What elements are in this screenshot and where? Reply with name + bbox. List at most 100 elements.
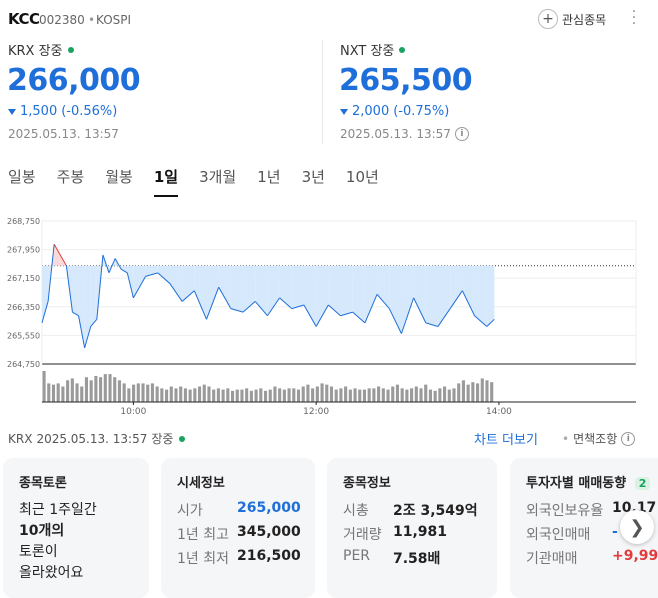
volume-bar [348,389,352,402]
volume-bar [353,388,357,402]
area-segment [230,265,244,313]
area-segment [218,265,231,309]
row-key: 1년 최고 [177,527,229,543]
separator-dot: • [88,13,96,27]
volume-bar [329,386,334,402]
info-icon[interactable]: i [454,127,469,141]
volume-bar [113,377,117,402]
quote-row-open: 시가 265,000 [177,500,301,520]
quote-row-high: 1년 최고 345,000 [177,524,301,544]
source-time: 2025.05.13. 13:57 [36,431,148,446]
info-row-volume: 거래량 11,981 [343,524,447,544]
volume-bar [457,383,461,402]
card-title: 시세정보 [177,476,225,491]
volume-bar [183,388,187,402]
chevron-right-icon: ❯ [629,516,645,538]
volume-bar [136,383,140,402]
area-segment [243,265,256,313]
volume-bar [263,390,268,402]
discussion-line: 최근 1주일간 [19,502,97,518]
area-segment [450,265,463,309]
volume-bar [358,389,362,402]
tab-1year[interactable]: 1년 [257,166,280,197]
volume-bar [395,384,400,402]
volume-bar [80,386,84,402]
area-segment [194,265,207,320]
live-dot-icon [67,46,74,53]
down-arrow-icon [340,108,348,115]
volume-bar [84,377,89,402]
discussion-count: 10개의 [19,523,65,539]
market-name: KOSPI [96,13,132,27]
area-segment [169,265,183,302]
volume-bar [230,390,235,402]
volume-bar [56,383,60,402]
intraday-chart[interactable]: 268,750 267,950 267,150 266,350 265,550 264,7… [0,208,658,420]
volume-bar [202,384,206,402]
volume-bar [381,388,385,402]
x-axis-labels: 10:00 12:00 14:00 [120,402,512,417]
row-value: 265,000 [237,500,301,516]
chart-more-link[interactable]: 차트 더보기 [474,429,538,448]
nxt-status: NXT 장중 [340,40,406,59]
krx-time: 2025.05.13. 13:57 [8,127,119,141]
volume-bar [334,389,338,402]
down-arrow-icon [8,108,16,115]
discussion-summary: 최근 1주일간 10개의 토론이 올라왔어요 [19,500,97,584]
volume-bar [461,380,465,402]
y-tick-label: 266,350 [7,303,40,312]
area-segment [72,265,79,316]
tab-daily[interactable]: 일봉 [8,166,36,197]
source-status: 장중 [151,432,174,446]
nxt-change-value: 2,000 [352,104,390,119]
volume-bar [301,386,305,402]
area-segment [364,265,378,323]
row-value: 7.58배 [393,551,441,567]
row-value: 2조 3,549억 [393,503,478,519]
volume-bar [216,388,220,402]
tab-monthly[interactable]: 월봉 [105,166,133,197]
volume-bar [480,378,484,402]
y-tick-label: 267,950 [7,246,40,255]
investor-row-institution: 기관매매 +9,99 [526,548,658,568]
volume-bar [150,383,154,402]
row-key: 거래량 [343,527,382,543]
discussion-line: 올라왔어요 [19,565,84,581]
volume-bar [377,386,381,402]
info-row-per: PER 7.58배 [343,548,440,568]
volume-bar [99,377,103,402]
krx-timestamp: 2025.05.13. 13:57 [8,127,119,141]
volume-bar [339,388,343,402]
tab-3years[interactable]: 3년 [302,166,325,197]
row-value: 216,500 [237,548,301,564]
krx-change: 1,500 (-0.56%) [8,104,117,119]
tab-10years[interactable]: 10년 [346,166,379,197]
next-card-button[interactable]: ❯ [620,510,654,544]
stock-info-card[interactable]: 종목정보 시총 2조 3,549억 거래량 11,981 PER 7.58배 [327,458,497,598]
volume-bar [367,388,371,402]
discussion-card[interactable]: 종목토론 최근 1주일간 10개의 토론이 올라왔어요 [3,458,149,598]
quote-card[interactable]: 시세정보 시가 265,000 1년 최고 345,000 1년 최저 216,… [161,458,315,598]
disclaimer-link[interactable]: • 면책조항 i [562,430,636,447]
volume-bar [75,383,79,402]
volume-bar [414,386,418,402]
investor-row-foreign: 외국인매매 - [526,524,618,544]
volume-bar [471,382,475,402]
volume-bar [188,389,192,402]
tab-1day[interactable]: 1일 [153,166,179,197]
divider [322,40,323,144]
volume-bar [268,389,272,402]
volume-bar [452,388,456,402]
add-watchlist-button[interactable]: + 관심종목 [538,8,606,30]
volume-bar [400,388,404,402]
row-key: 외국인보유율 [526,503,604,519]
volume-bar [405,389,409,402]
tab-3months[interactable]: 3개월 [199,166,236,197]
volume-bar [320,383,324,402]
volume-bar [325,384,329,402]
more-options-icon[interactable]: · · · [630,5,638,31]
info-icon: i [621,431,636,446]
volume-bar [273,386,277,402]
tab-weekly[interactable]: 주봉 [57,166,85,197]
area-segment [291,265,304,309]
